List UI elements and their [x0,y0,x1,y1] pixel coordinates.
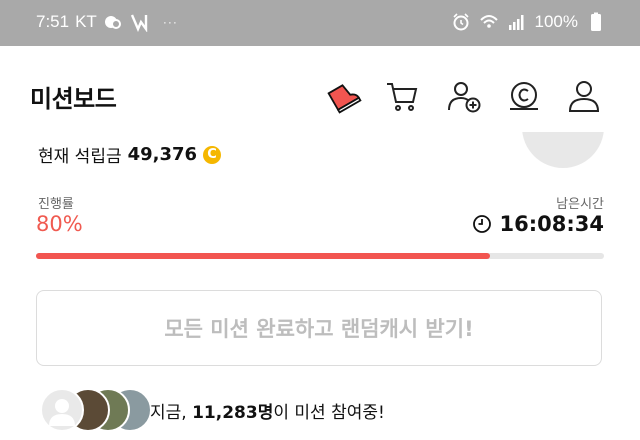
signal-icon [507,12,527,32]
participants-prefix: 지금, [150,403,193,423]
avatar [522,132,604,172]
savings-row: 현재 석립금 49,376 C [38,142,222,167]
coin-icon[interactable] [506,78,542,114]
participants-count: 11,283명 [192,403,274,423]
status-bar: 7:51 KT ··· 100% [0,0,640,46]
savings-amount: 49,376 [127,144,198,165]
progress-label: 진행률 [38,197,74,212]
reward-button-label: 모든 미션 완료하고 랜덤캐시 받기! [164,317,474,341]
page-title: 미션보드 [30,85,117,113]
participant-avatars [36,388,152,432]
remaining-time-label: 남은시간 [556,197,604,212]
alarm-icon [451,12,471,32]
coin-badge-icon: C [203,145,222,164]
status-bar-right: 100% [451,12,606,32]
complete-all-missions-button[interactable]: 모든 미션 완료하고 랜덤캐시 받기! [36,290,602,366]
battery-icon [586,12,606,32]
cart-icon[interactable] [384,78,420,114]
status-time: 7:51 [36,12,70,31]
wifi-icon [479,12,499,32]
status-carrier: KT [75,12,97,31]
participants-text: 지금, 11,283명이 미션 참여중! [150,398,385,423]
default-avatar-icon [49,399,75,426]
add-user-icon[interactable] [446,78,482,114]
remaining-time-value: 16:08:34 [499,212,604,236]
more-dots-icon: ··· [162,15,178,29]
vpn-icon [129,12,149,33]
profile-icon[interactable] [566,78,602,114]
remaining-time: 16:08:34 [472,212,604,236]
progress-bar [36,253,604,259]
cloud-icon [103,12,123,32]
participants-suffix: 이 미션 참여중! [273,403,385,423]
progress-bar-fill [36,253,491,259]
clock-icon [472,215,491,233]
sneaker-icon[interactable] [326,78,362,114]
battery-percent: 100% [534,12,578,31]
participant-avatar [40,388,84,432]
savings-label: 현재 석립금 [38,147,122,167]
app-header: 미션보드 [0,46,640,132]
status-bar-left: 7:51 KT ··· [36,12,178,33]
progress-percent: 80% [36,212,83,236]
